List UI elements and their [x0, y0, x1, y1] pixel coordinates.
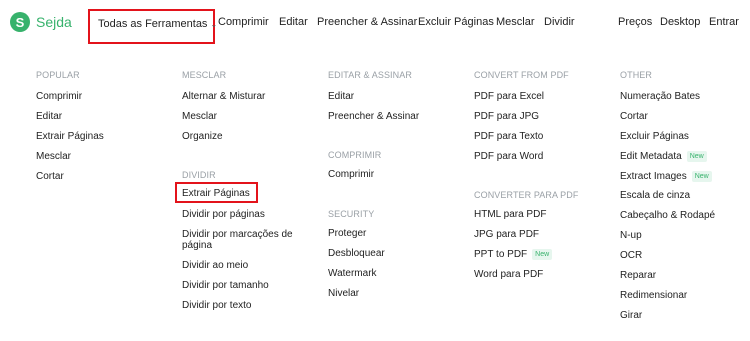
- nav-edit[interactable]: Editar: [279, 16, 308, 28]
- compress-heading: COMPRIMIR: [328, 150, 382, 160]
- merge-heading: MESCLAR: [182, 70, 227, 80]
- alternate-mix-link[interactable]: Alternar & Misturar: [182, 90, 265, 103]
- logo-icon: S: [10, 12, 30, 32]
- header-footer-link[interactable]: Cabeçalho & Rodapé: [620, 209, 715, 222]
- ppt-to-pdf-label: PPT to PDF: [474, 249, 528, 260]
- popular-heading: POPULAR: [36, 70, 80, 80]
- crop-link[interactable]: Cortar: [620, 110, 648, 123]
- new-badge: New: [686, 150, 707, 162]
- compress-link[interactable]: Comprimir: [328, 168, 374, 181]
- nav-compress[interactable]: Comprimir: [218, 16, 269, 28]
- extract-images-label: Extract Images: [620, 171, 687, 182]
- edit-link[interactable]: Editar: [328, 90, 354, 103]
- edit-metadata-link[interactable]: Edit Metadata New: [620, 150, 707, 163]
- split-by-pages-link[interactable]: Dividir por páginas: [182, 208, 265, 221]
- bates-numbering-link[interactable]: Numeração Bates: [620, 90, 700, 103]
- n-up-link[interactable]: N-up: [620, 229, 642, 242]
- merge-link[interactable]: Mesclar: [182, 110, 217, 123]
- html-to-pdf-link[interactable]: HTML para PDF: [474, 208, 546, 221]
- nav-merge[interactable]: Mesclar: [496, 16, 535, 28]
- new-badge: New: [532, 248, 553, 260]
- other-heading: OTHER: [620, 70, 652, 80]
- pdf-to-text-link[interactable]: PDF para Texto: [474, 130, 543, 143]
- nav-desktop[interactable]: Desktop: [660, 16, 700, 28]
- split-in-half-link[interactable]: Dividir ao meio: [182, 259, 248, 272]
- grayscale-link[interactable]: Escala de cinza: [620, 189, 690, 202]
- repair-link[interactable]: Reparar: [620, 269, 656, 282]
- popular-edit-link[interactable]: Editar: [36, 110, 62, 123]
- organize-link[interactable]: Organize: [182, 130, 223, 143]
- popular-crop-link[interactable]: Cortar: [36, 170, 64, 183]
- brand-name: Sejda: [36, 14, 72, 30]
- nav-login[interactable]: Entrar: [709, 16, 739, 28]
- fill-sign-link[interactable]: Preencher & Assinar: [328, 110, 419, 123]
- nav-pricing[interactable]: Preços: [618, 16, 652, 28]
- all-tools-label: Todas as Ferramentas: [98, 18, 208, 30]
- popular-compress-link[interactable]: Comprimir: [36, 90, 82, 103]
- ppt-to-pdf-link[interactable]: PPT to PDF New: [474, 248, 553, 261]
- watermark-link[interactable]: Watermark: [328, 267, 377, 280]
- unlock-link[interactable]: Desbloquear: [328, 247, 385, 260]
- resize-link[interactable]: Redimensionar: [620, 289, 687, 302]
- word-to-pdf-link[interactable]: Word para PDF: [474, 268, 543, 281]
- chevron-down-icon: ⌄: [210, 20, 218, 29]
- split-by-text-link[interactable]: Dividir por texto: [182, 299, 251, 312]
- extract-images-link[interactable]: Extract Images New: [620, 170, 712, 183]
- convert-to-pdf-heading: CONVERTER PARA PDF: [474, 190, 579, 200]
- flatten-link[interactable]: Nivelar: [328, 287, 359, 300]
- security-heading: SECURITY: [328, 209, 375, 219]
- jpg-to-pdf-link[interactable]: JPG para PDF: [474, 228, 539, 241]
- nav-delete-pages[interactable]: Excluir Páginas: [418, 16, 494, 28]
- delete-pages-link[interactable]: Excluir Páginas: [620, 130, 689, 143]
- new-badge: New: [691, 170, 712, 182]
- split-by-size-link[interactable]: Dividir por tamanho: [182, 279, 269, 292]
- popular-merge-link[interactable]: Mesclar: [36, 150, 71, 163]
- nav-fill-sign[interactable]: Preencher & Assinar: [317, 16, 417, 28]
- convert-from-pdf-heading: CONVERT FROM PDF: [474, 70, 569, 80]
- split-by-bookmarks-link-line2[interactable]: página: [182, 239, 212, 252]
- split-heading: DIVIDIR: [182, 170, 216, 180]
- nav-split[interactable]: Dividir: [544, 16, 575, 28]
- popular-extract-pages-link[interactable]: Extrair Páginas: [36, 130, 104, 143]
- top-navbar: S Sejda Todas as Ferramentas ⌄ Comprimir …: [0, 0, 750, 44]
- edit-metadata-label: Edit Metadata: [620, 151, 682, 162]
- split-extract-pages-link[interactable]: Extrair Páginas: [182, 187, 250, 200]
- rotate-link[interactable]: Girar: [620, 309, 642, 322]
- all-tools-menu-button[interactable]: Todas as Ferramentas ⌄: [88, 9, 218, 44]
- pdf-to-word-link[interactable]: PDF para Word: [474, 150, 543, 163]
- protect-link[interactable]: Proteger: [328, 227, 366, 240]
- sejda-logo[interactable]: S Sejda: [10, 12, 72, 32]
- pdf-to-excel-link[interactable]: PDF para Excel: [474, 90, 544, 103]
- edit-sign-heading: EDITAR & ASSINAR: [328, 70, 412, 80]
- ocr-link[interactable]: OCR: [620, 249, 642, 262]
- pdf-to-jpg-link[interactable]: PDF para JPG: [474, 110, 539, 123]
